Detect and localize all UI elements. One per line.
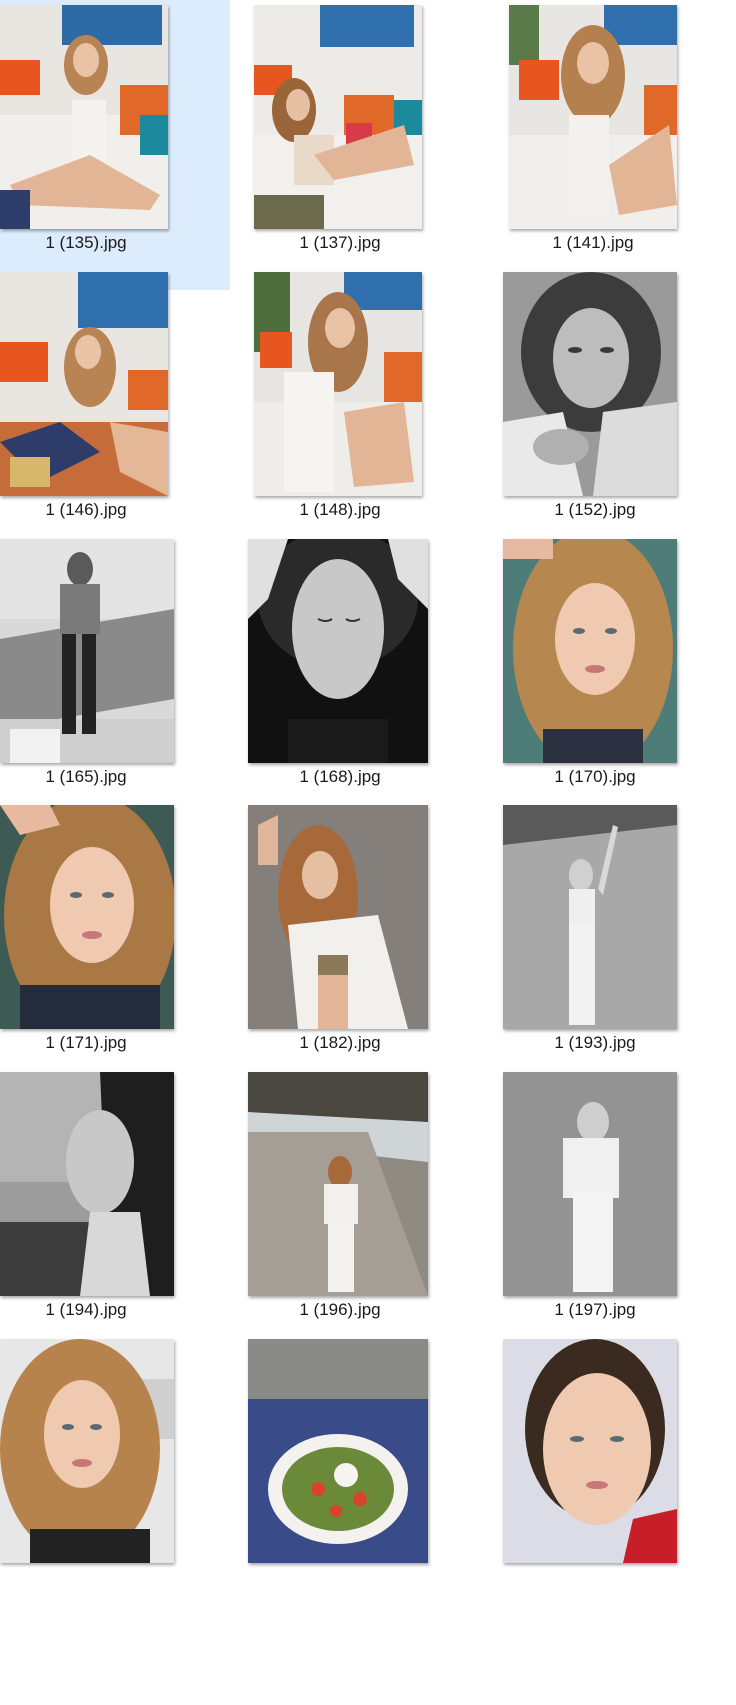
file-name-label: 1 (165).jpg xyxy=(45,767,127,786)
image-thumbnail xyxy=(0,5,168,229)
thumbnail-grid: 1 (135).jpg 1 (137).jpg 1 (141).jpg 1 (1… xyxy=(0,0,736,1705)
file-item[interactable]: 1 (135).jpg xyxy=(0,0,230,290)
file-item[interactable] xyxy=(503,1335,736,1590)
file-item[interactable]: 1 (193).jpg xyxy=(503,801,736,1091)
file-name-label: 1 (197).jpg xyxy=(554,1300,636,1319)
image-thumbnail xyxy=(248,1339,428,1563)
image-thumbnail xyxy=(0,272,168,496)
file-name-label: 1 (152).jpg xyxy=(554,500,636,519)
image-thumbnail xyxy=(0,805,174,1029)
image-thumbnail xyxy=(248,1072,428,1296)
image-thumbnail xyxy=(509,5,677,229)
file-item[interactable]: 1 (182).jpg xyxy=(248,801,490,1091)
file-name-label: 1 (146).jpg xyxy=(45,500,127,519)
file-item[interactable] xyxy=(248,1335,490,1590)
file-item[interactable]: 1 (148).jpg xyxy=(254,268,490,558)
file-name-label: 1 (170).jpg xyxy=(554,767,636,786)
file-name-label: 1 (135).jpg xyxy=(45,233,127,252)
file-name-label: 1 (137).jpg xyxy=(299,233,381,252)
file-name-label: 1 (193).jpg xyxy=(554,1033,636,1052)
image-thumbnail xyxy=(0,539,174,763)
file-item[interactable]: 1 (196).jpg xyxy=(248,1068,490,1358)
file-item[interactable]: 1 (171).jpg xyxy=(0,801,230,1091)
file-item[interactable]: 1 (197).jpg xyxy=(503,1068,736,1358)
file-item[interactable]: 1 (137).jpg xyxy=(254,0,490,290)
image-thumbnail xyxy=(0,1339,174,1563)
image-thumbnail xyxy=(254,5,422,229)
image-thumbnail xyxy=(248,539,428,763)
file-item[interactable]: 1 (141).jpg xyxy=(509,0,736,290)
file-item[interactable]: 1 (170).jpg xyxy=(503,535,736,825)
file-item[interactable]: 1 (194).jpg xyxy=(0,1068,230,1358)
image-thumbnail xyxy=(503,805,677,1029)
file-item[interactable]: 1 (165).jpg xyxy=(0,535,230,825)
image-thumbnail xyxy=(0,1072,174,1296)
file-name-label: 1 (141).jpg xyxy=(552,233,634,252)
file-name-label: 1 (168).jpg xyxy=(299,767,381,786)
image-thumbnail xyxy=(248,805,428,1029)
file-item[interactable]: 1 (146).jpg xyxy=(0,268,230,558)
file-name-label: 1 (194).jpg xyxy=(45,1300,127,1319)
file-name-label: 1 (196).jpg xyxy=(299,1300,381,1319)
file-name-label: 1 (171).jpg xyxy=(45,1033,127,1052)
file-item[interactable] xyxy=(0,1335,230,1590)
file-name-label: 1 (148).jpg xyxy=(299,500,381,519)
image-thumbnail xyxy=(503,1339,677,1563)
image-thumbnail xyxy=(503,1072,677,1296)
image-thumbnail xyxy=(254,272,422,496)
file-name-label: 1 (182).jpg xyxy=(299,1033,381,1052)
file-item[interactable]: 1 (168).jpg xyxy=(248,535,490,825)
file-item[interactable]: 1 (152).jpg xyxy=(503,268,736,558)
image-thumbnail xyxy=(503,539,677,763)
image-thumbnail xyxy=(503,272,677,496)
